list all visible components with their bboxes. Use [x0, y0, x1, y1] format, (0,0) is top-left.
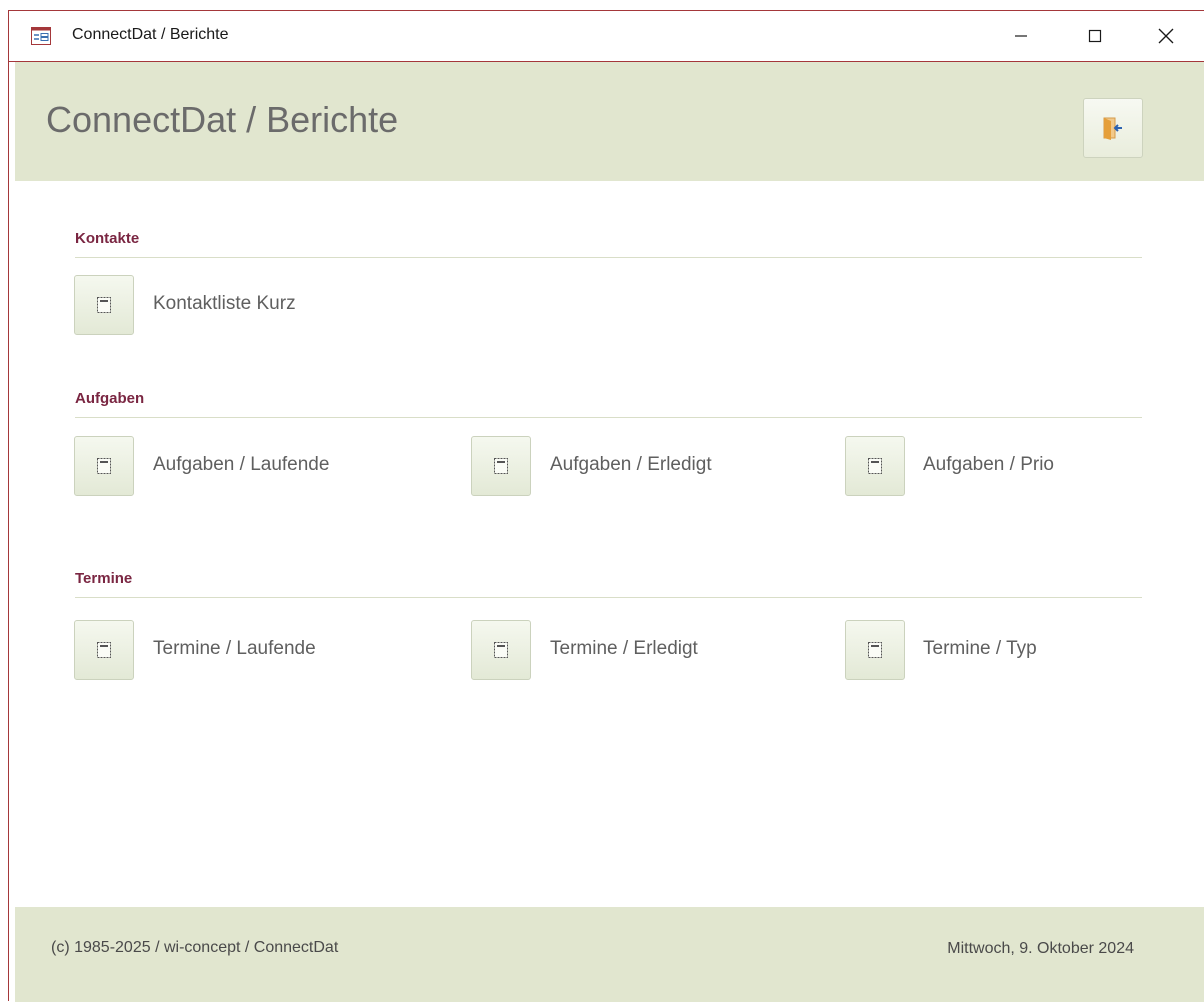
- exit-door-icon: [1103, 117, 1122, 140]
- section-divider: [75, 257, 1142, 258]
- report-label[interactable]: Aufgaben / Prio: [923, 454, 1054, 476]
- report-icon: [97, 297, 111, 313]
- minimize-icon: [1015, 35, 1027, 37]
- report-button-termine-laufende[interactable]: [74, 620, 134, 680]
- section-title-kontakte: Kontakte: [75, 230, 140, 247]
- exit-button[interactable]: [1083, 98, 1143, 158]
- report-icon: [97, 642, 111, 658]
- section-divider: [75, 417, 1142, 418]
- maximize-icon: [1088, 29, 1102, 43]
- report-button-termine-erledigt[interactable]: [471, 620, 531, 680]
- report-label[interactable]: Aufgaben / Erledigt: [550, 454, 712, 476]
- section-title-aufgaben: Aufgaben: [75, 390, 145, 407]
- window-title: ConnectDat / Berichte: [72, 26, 229, 43]
- report-label[interactable]: Termine / Laufende: [153, 638, 316, 660]
- report-button-aufgaben-prio[interactable]: [845, 436, 905, 496]
- form-footer: (c) 1985-2025 / wi-concept / ConnectDat …: [15, 907, 1204, 1002]
- current-date: Mittwoch, 9. Oktober 2024: [947, 940, 1134, 957]
- report-label[interactable]: Aufgaben / Laufende: [153, 454, 329, 476]
- app-window: ConnectDat / Berichte ConnectDat / Beric…: [8, 10, 1204, 1002]
- title-bar[interactable]: ConnectDat / Berichte: [9, 11, 1204, 62]
- form-header: ConnectDat / Berichte: [15, 62, 1204, 181]
- report-label[interactable]: Termine / Erledigt: [550, 638, 698, 660]
- report-icon: [494, 458, 508, 474]
- section-divider: [75, 597, 1142, 598]
- maximize-button[interactable]: [1072, 11, 1118, 61]
- close-icon: [1158, 28, 1174, 44]
- close-button[interactable]: [1143, 11, 1189, 61]
- report-button-kontaktliste-kurz[interactable]: [74, 275, 134, 335]
- copyright-text: (c) 1985-2025 / wi-concept / ConnectDat: [51, 939, 339, 956]
- report-icon: [494, 642, 508, 658]
- report-button-termine-typ[interactable]: [845, 620, 905, 680]
- page-title: ConnectDat / Berichte: [46, 99, 399, 140]
- minimize-button[interactable]: [998, 11, 1044, 61]
- report-label[interactable]: Termine / Typ: [923, 638, 1037, 660]
- report-button-aufgaben-laufende[interactable]: [74, 436, 134, 496]
- report-icon: [868, 458, 882, 474]
- form-icon: [31, 27, 51, 45]
- report-button-aufgaben-erledigt[interactable]: [471, 436, 531, 496]
- report-icon: [97, 458, 111, 474]
- report-label[interactable]: Kontaktliste Kurz: [153, 293, 296, 315]
- section-title-termine: Termine: [75, 570, 133, 587]
- report-icon: [868, 642, 882, 658]
